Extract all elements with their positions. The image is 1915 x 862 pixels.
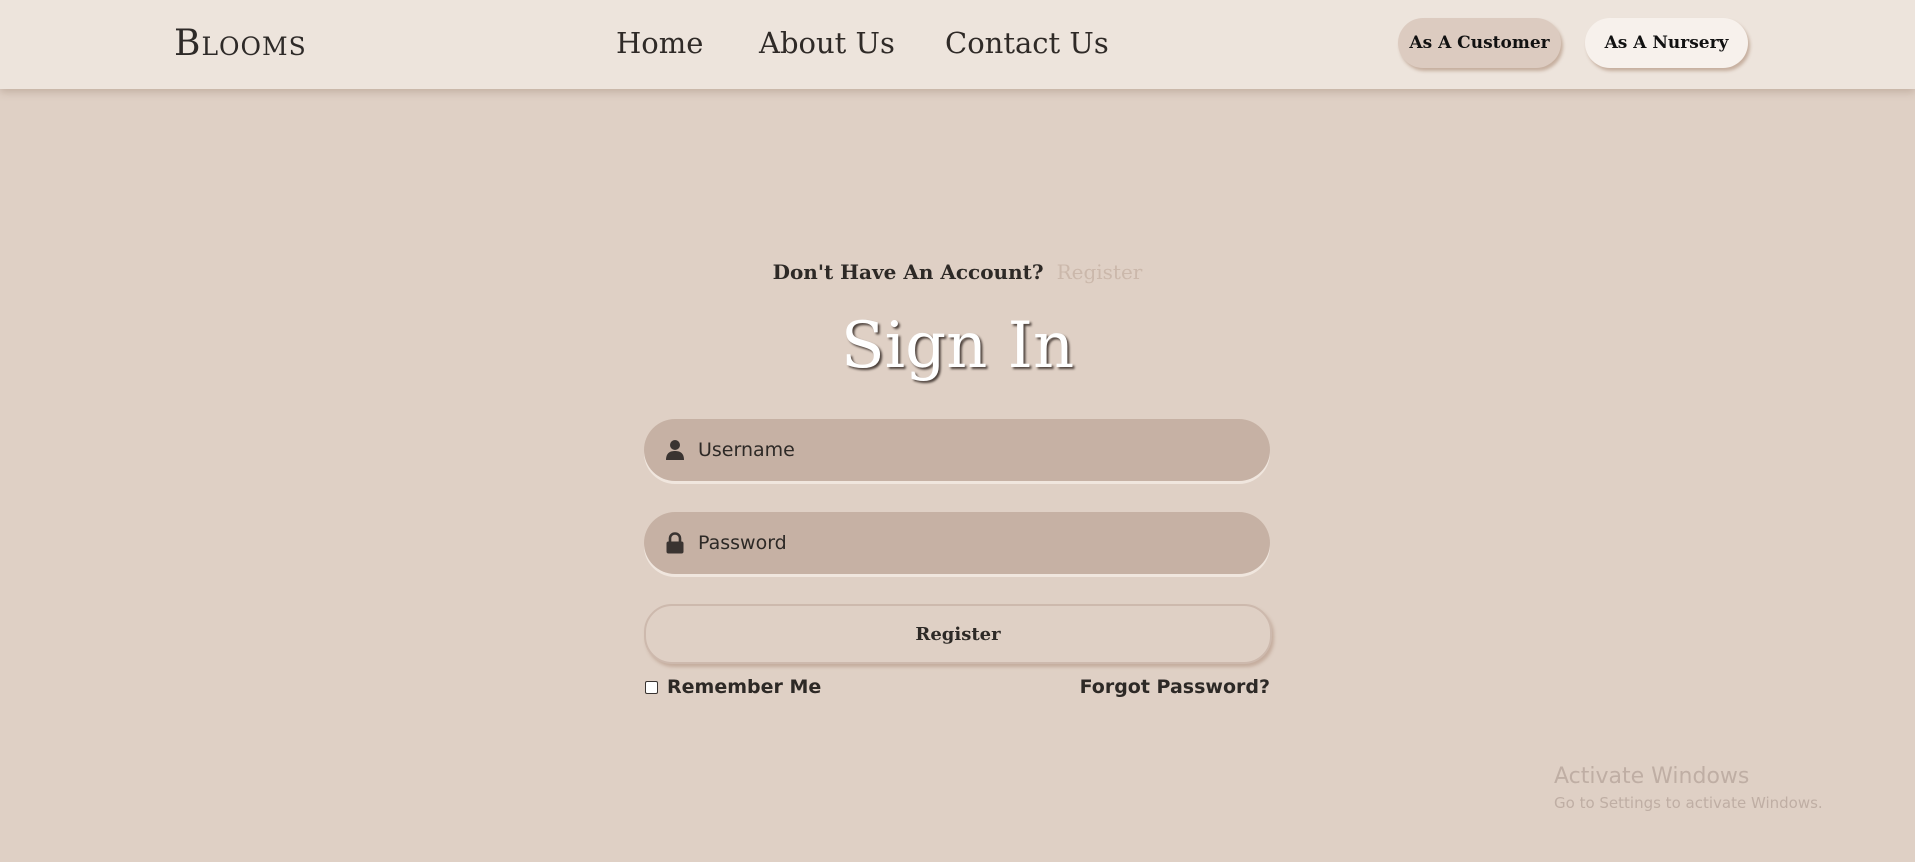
watermark-title: Activate Windows	[1554, 764, 1750, 789]
forgot-password-link[interactable]: Forgot Password?	[1000, 674, 1270, 700]
watermark-subtitle: Go to Settings to activate Windows.	[1554, 794, 1823, 812]
user-icon	[664, 438, 686, 462]
top-navigation-bar: Blooms Home About Us Contact Us As A Cus…	[0, 0, 1915, 89]
as-nursery-button[interactable]: As A Nursery	[1585, 18, 1748, 68]
register-button[interactable]: Register	[644, 604, 1272, 664]
nav-about-link[interactable]: About Us	[759, 20, 895, 66]
nav-contact-link[interactable]: Contact Us	[945, 20, 1109, 66]
nav-home-link[interactable]: Home	[616, 20, 703, 66]
remember-me-label: Remember Me	[667, 676, 822, 698]
register-prompt: Don't Have An Account? Register	[0, 257, 1915, 287]
as-customer-button[interactable]: As A Customer	[1398, 18, 1561, 68]
remember-me-checkbox[interactable]	[645, 680, 658, 694]
password-placeholder: Password	[698, 532, 787, 554]
password-field[interactable]: Password	[644, 512, 1270, 574]
register-prompt-text: Don't Have An Account?	[772, 260, 1044, 284]
lock-icon	[664, 531, 686, 555]
username-field[interactable]: Username	[644, 419, 1270, 481]
register-link[interactable]: Register	[1057, 260, 1143, 284]
sign-in-title: Sign In	[840, 309, 1075, 383]
username-placeholder: Username	[698, 439, 795, 461]
remember-me-option[interactable]: Remember Me	[645, 674, 821, 700]
windows-activation-watermark: Activate Windows Go to Settings to activ…	[1554, 762, 1823, 814]
